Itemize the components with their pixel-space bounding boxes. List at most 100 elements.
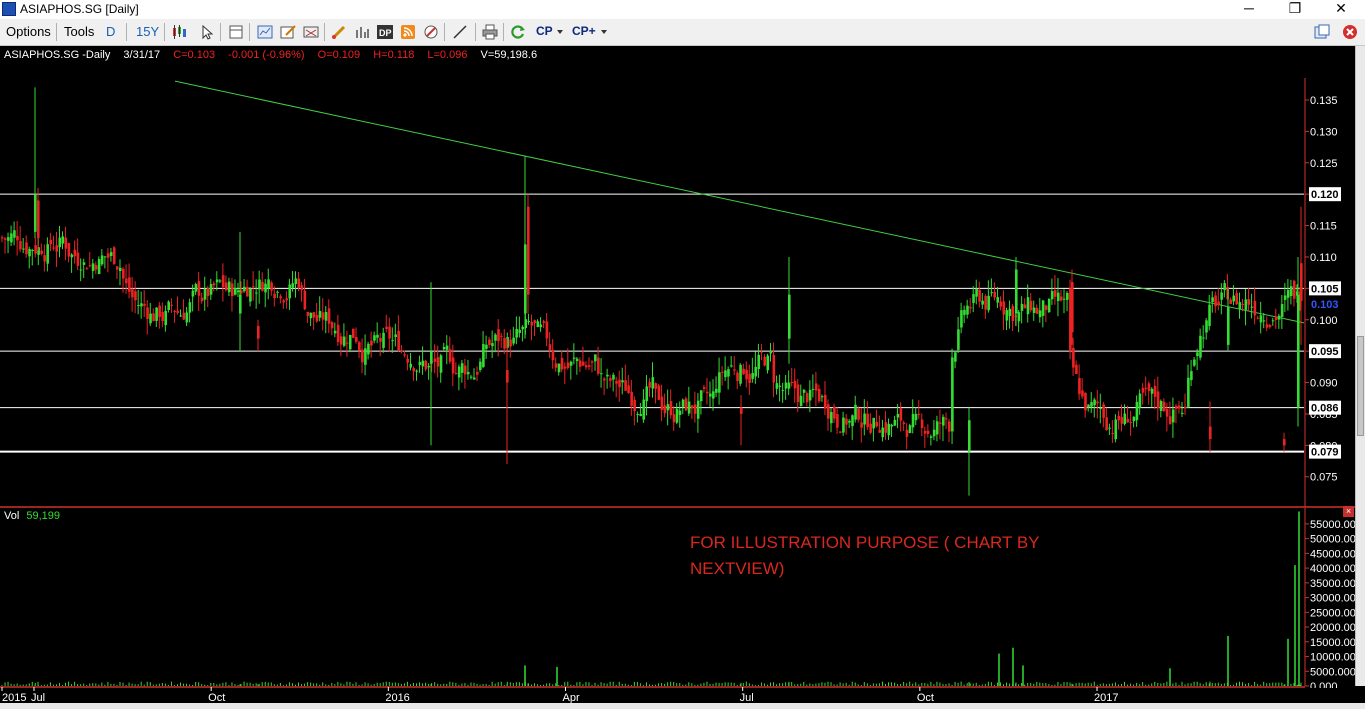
candle-body: [938, 422, 942, 424]
alert-icon[interactable]: [423, 24, 439, 40]
candle-body: [361, 349, 364, 363]
layout-icon[interactable]: [228, 24, 244, 40]
close-button[interactable]: ✕: [1318, 0, 1364, 19]
candle-body: [1002, 301, 1006, 315]
line-tool-icon[interactable]: [452, 24, 468, 40]
candle-body: [73, 249, 77, 257]
level-label: 0.095: [1311, 346, 1339, 358]
candle-body: [887, 423, 891, 436]
refresh-icon[interactable]: [510, 24, 526, 40]
candlestick-icon[interactable]: [171, 24, 187, 40]
volume-value: 59,199: [26, 510, 61, 522]
candle-body: [1280, 304, 1284, 318]
indicator-icon[interactable]: [354, 24, 370, 40]
candle-body: [814, 383, 818, 391]
restore-chart-icon[interactable]: [1314, 24, 1330, 40]
candle-body: [391, 340, 394, 342]
volume-tick-label: 30000.000: [1310, 593, 1355, 605]
candle-body: [324, 312, 328, 321]
chart-window-icon[interactable]: [257, 24, 273, 40]
candle-body: [291, 283, 295, 288]
candle-body: [64, 237, 68, 249]
candle-body: [203, 288, 207, 300]
cp-button[interactable]: CP: [536, 24, 553, 38]
scrollbar-thumb[interactable]: [1357, 336, 1364, 436]
volume-tick-label: 45000.000: [1310, 548, 1355, 560]
candle-body: [518, 329, 521, 333]
candle-body: [1256, 317, 1260, 319]
candle-body: [182, 312, 186, 320]
candle-body: [1111, 433, 1115, 435]
candle-body: [1135, 401, 1139, 421]
cpplus-dropdown-icon[interactable]: [601, 30, 607, 34]
candle-body: [1229, 299, 1233, 304]
candle-body: [463, 365, 467, 375]
candle-body: [1090, 402, 1093, 407]
candle-body: [257, 326, 260, 339]
period-button[interactable]: D: [106, 24, 115, 39]
candles: [1, 87, 1303, 496]
candle-body: [46, 244, 49, 264]
candle-body: [345, 342, 349, 344]
candle-body: [376, 334, 379, 338]
candle-body: [16, 235, 19, 241]
candle-body: [1190, 371, 1193, 381]
volume-tick-label: 55000.000: [1310, 519, 1355, 531]
tools-menu[interactable]: Tools: [64, 24, 94, 39]
level-label: 0.120: [1311, 189, 1339, 201]
candle-body: [1235, 292, 1239, 305]
candle-body: [908, 425, 912, 433]
candle-body: [494, 334, 497, 341]
close-volume-panel-icon[interactable]: ×: [1343, 506, 1354, 517]
candle-body: [984, 295, 987, 310]
candle-body: [999, 301, 1003, 307]
volume-title: Vol: [4, 510, 20, 522]
candle-body: [663, 405, 667, 414]
candle-body: [515, 328, 518, 338]
candle-body: [600, 373, 603, 375]
candle-body: [833, 406, 836, 419]
candle-body: [624, 380, 627, 391]
print-icon[interactable]: [482, 24, 498, 40]
cp-dropdown-icon[interactable]: [557, 30, 563, 34]
candle-body: [1162, 401, 1166, 412]
candle-body: [575, 358, 579, 362]
price-volume-chart[interactable]: 0.0750.0800.0850.0900.0950.1000.1050.110…: [0, 46, 1355, 709]
candle-body: [1029, 300, 1033, 311]
candle-body: [473, 377, 476, 380]
draw-tool-icon[interactable]: [331, 24, 347, 40]
pointer-icon[interactable]: [199, 24, 215, 40]
candle-body: [932, 429, 936, 437]
candle-body: [367, 343, 370, 355]
candle-body: [67, 242, 71, 257]
price-tick-label: 0.110: [1310, 252, 1337, 264]
candle-body: [1117, 416, 1121, 421]
candle-body: [790, 381, 794, 383]
candle-body: [491, 343, 494, 347]
candle-body: [1171, 409, 1175, 423]
scan-icon[interactable]: [303, 24, 319, 40]
candle-body: [221, 275, 225, 288]
candle-body: [672, 414, 676, 423]
range-button[interactable]: 15Y: [136, 24, 159, 39]
edit-chart-icon[interactable]: [280, 24, 296, 40]
candle-body: [1126, 418, 1130, 423]
candle-body: [1056, 292, 1060, 301]
candle-body: [297, 278, 301, 288]
candle-body: [1174, 405, 1178, 409]
vertical-scrollbar[interactable]: [1355, 46, 1365, 686]
rss-icon[interactable]: [400, 24, 416, 40]
candle-body: [28, 249, 31, 257]
candle-body: [923, 430, 927, 434]
maximize-button[interactable]: ❐: [1272, 0, 1318, 19]
candle-body: [718, 372, 721, 393]
candle-body: [1150, 388, 1154, 394]
minimize-button[interactable]: ─: [1226, 0, 1272, 19]
cpplus-button[interactable]: CP+: [572, 24, 596, 38]
close-chart-icon[interactable]: [1342, 24, 1358, 40]
options-menu[interactable]: Options: [6, 24, 51, 39]
candle-body: [566, 362, 570, 368]
candle-body: [878, 429, 882, 433]
dp-icon[interactable]: DP: [377, 24, 393, 40]
candle-body: [766, 355, 770, 371]
